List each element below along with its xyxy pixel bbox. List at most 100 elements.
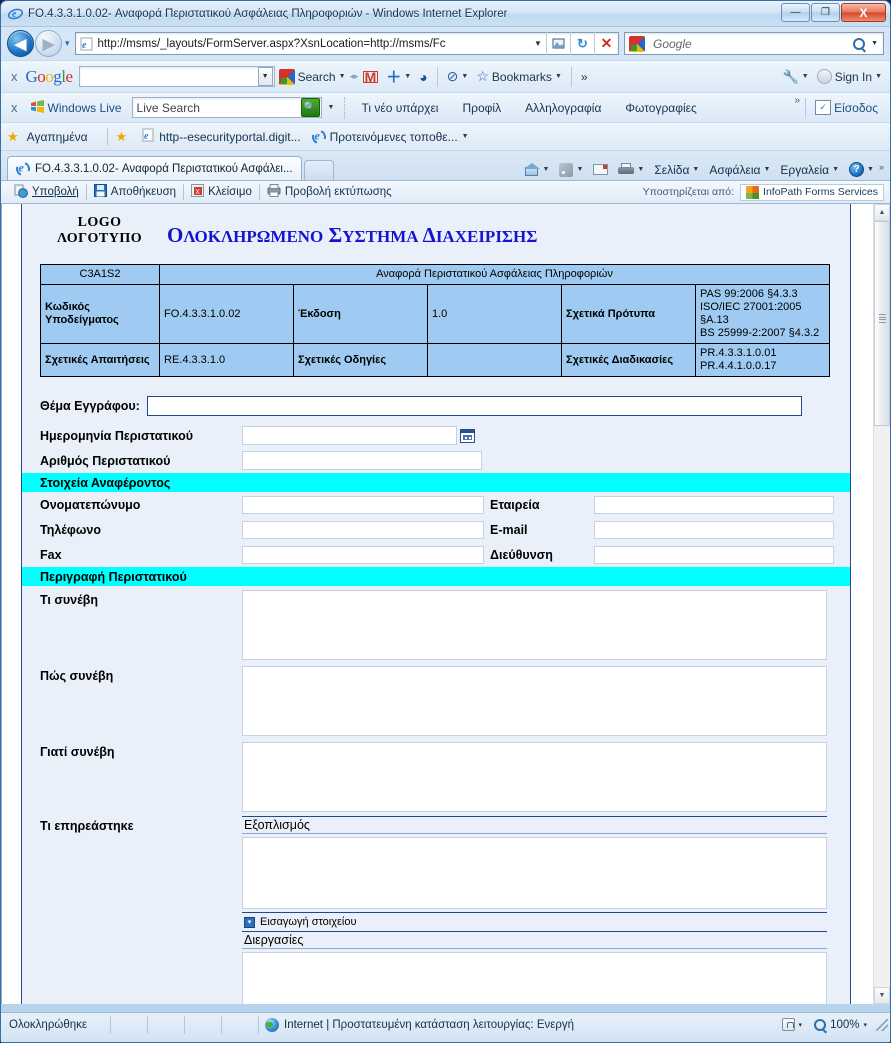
favorites-button[interactable]: ★ Αγαπημένα — [7, 129, 88, 145]
live-link-profile[interactable]: Προφίλ — [462, 101, 501, 115]
refresh-icon[interactable]: ↻ — [570, 32, 594, 55]
read-mail-button[interactable] — [588, 164, 613, 175]
chevron-down-icon[interactable]: ▼ — [692, 166, 699, 173]
title-part-1-big: Ο — [167, 223, 184, 247]
google-search-input[interactable]: ▼ — [78, 66, 275, 87]
maximize-button[interactable]: ❐ — [811, 3, 840, 22]
subject-input[interactable] — [146, 396, 802, 416]
address-input[interactable] — [594, 545, 834, 564]
search-box[interactable]: Google ▼ — [624, 32, 884, 55]
fax-input[interactable] — [242, 545, 484, 564]
scroll-down-arrow-icon[interactable]: ▼ — [874, 987, 890, 1004]
live-signin-button[interactable]: ✓ Είσοδος — [815, 100, 878, 115]
favorite-item-suggested-sites[interactable]: Προτεινόμενες τοποθε... ▼ — [309, 127, 469, 146]
window-resize-grip[interactable] — [876, 1018, 888, 1031]
zoom-control[interactable]: 100% ▾ — [808, 1016, 873, 1034]
help-menu[interactable]: ? ▼ — [844, 162, 879, 177]
search-input[interactable]: Google — [653, 37, 853, 51]
home-button[interactable]: ▼ — [520, 162, 555, 176]
print-preview-button[interactable]: Προβολή εκτύπωσης — [260, 184, 399, 200]
live-link-whats-new[interactable]: Τι νέο υπάρχει — [361, 101, 438, 115]
forward-button[interactable]: ▶ — [35, 30, 62, 57]
insert-item-button[interactable]: ▾ Εισαγωγή στοιχείου — [242, 913, 827, 931]
google-search-button[interactable]: Search ▼ — [278, 68, 346, 85]
chevron-down-icon[interactable]: ▼ — [867, 166, 874, 173]
tools-menu[interactable]: Εργαλεία ▼ — [775, 163, 844, 177]
email-input[interactable] — [594, 520, 834, 539]
incident-date-input[interactable] — [242, 426, 457, 445]
translate-button[interactable]: ◕ — [419, 69, 427, 85]
chevron-down-icon[interactable]: ▼ — [802, 73, 809, 80]
fullname-input[interactable] — [242, 495, 484, 514]
calendar-picker-icon[interactable] — [460, 428, 475, 443]
google-signin-button[interactable]: Sign In ▼ — [816, 69, 882, 84]
google-toolbar-settings-button[interactable]: 🔧 ▼ — [783, 69, 809, 85]
how-happened-textarea[interactable] — [242, 666, 827, 736]
favorites-add-button[interactable]: ★ — [116, 129, 132, 145]
live-toolbar-close-button[interactable]: x — [5, 100, 26, 115]
chevron-down-icon[interactable]: ▼ — [875, 73, 882, 80]
live-search-go-icon[interactable]: 🔍 — [300, 98, 320, 117]
windows-live-brand[interactable]: Windows Live — [30, 99, 122, 116]
search-go-icon[interactable] — [853, 37, 866, 50]
chevron-down-icon[interactable]: ▼ — [763, 166, 770, 173]
url-bar[interactable]: e http://msms/_layouts/FormServer.aspx?X… — [74, 32, 619, 55]
google-toolbar-close-button[interactable]: x — [5, 69, 26, 84]
live-search-input[interactable]: Live Search 🔍 — [131, 97, 322, 118]
minimize-button[interactable]: — — [781, 3, 810, 22]
what-happened-textarea[interactable] — [242, 590, 827, 660]
chevron-down-icon[interactable]: ▼ — [576, 166, 583, 173]
save-button[interactable]: Αποθήκευση — [87, 184, 183, 200]
incident-number-input[interactable] — [242, 451, 482, 470]
search-provider-caret-icon[interactable]: ▼ — [871, 40, 878, 47]
why-happened-textarea[interactable] — [242, 742, 827, 812]
chevron-down-icon[interactable]: ▼ — [555, 73, 562, 80]
bookmarks-button[interactable]: ☆ Bookmarks ▼ — [476, 68, 562, 85]
favorite-item-esecurityportal[interactable]: e http--esecurityportal.digit... — [142, 128, 301, 145]
compatibility-view-icon[interactable] — [546, 32, 570, 55]
affected-processes-textarea[interactable] — [242, 952, 827, 1004]
privacy-report-button[interactable]: ▾ — [776, 1016, 809, 1034]
company-input[interactable] — [594, 495, 834, 514]
scroll-up-arrow-icon[interactable]: ▲ — [874, 204, 890, 221]
recent-pages-dropdown[interactable]: ▾ — [65, 38, 70, 49]
chevron-down-icon[interactable]: ▼ — [461, 73, 468, 80]
chevron-down-icon[interactable]: ▼ — [543, 166, 550, 173]
live-toolbar-overflow-button[interactable]: » — [795, 93, 801, 106]
close-button[interactable]: X — [841, 3, 886, 22]
safety-menu[interactable]: Ασφάλεια ▼ — [704, 163, 775, 177]
submit-button[interactable]: Υποβολή — [7, 184, 86, 201]
chevron-down-icon[interactable]: ▼ — [832, 166, 839, 173]
url-dropdown-icon[interactable]: ▼ — [530, 39, 546, 48]
back-button[interactable]: ◀ — [7, 30, 34, 57]
chevron-down-icon[interactable]: ▼ — [404, 73, 411, 80]
security-zone[interactable]: Internet | Προστατευμένη κατάσταση λειτο… — [259, 1016, 580, 1034]
phone-input[interactable] — [242, 520, 484, 539]
toolbar-drag-handle[interactable]: ◂▸ — [350, 71, 359, 82]
popup-blocker-button[interactable]: ⊘ ▼ — [447, 68, 469, 85]
chevron-down-icon[interactable]: ▼ — [339, 73, 346, 80]
page-menu[interactable]: Σελίδα ▼ — [649, 163, 704, 177]
table-row: Κωδικός Υποδείγματος FO.4.3.3.1.0.02 Έκδ… — [40, 284, 830, 344]
live-link-photos[interactable]: Φωτογραφίες — [625, 101, 696, 115]
command-bar-overflow-button[interactable]: » — [879, 162, 884, 172]
gmail-button[interactable]: M — [362, 70, 379, 84]
tab-active[interactable]: FO.4.3.3.1.0.02- Αναφορά Περιστατικού Ασ… — [7, 156, 302, 180]
chevron-down-icon[interactable]: ▼ — [637, 166, 644, 173]
live-link-mail[interactable]: Αλληλογραφία — [525, 101, 601, 115]
share-button[interactable]: ＋ ▼ — [386, 66, 411, 87]
feeds-button[interactable]: ▼ — [554, 162, 588, 177]
live-search-dropdown-icon[interactable]: ▼ — [328, 104, 335, 111]
chevron-down-icon[interactable]: ▾ — [799, 1021, 803, 1029]
print-button[interactable]: ▼ — [613, 163, 649, 176]
stop-icon[interactable]: ✕ — [594, 32, 618, 55]
affected-equipment-textarea[interactable] — [242, 837, 827, 909]
close-form-button[interactable]: X Κλείσιμο — [184, 184, 259, 200]
new-tab-button[interactable] — [303, 160, 334, 180]
scrollbar-thumb[interactable] — [874, 221, 890, 426]
chevron-down-icon[interactable]: ▼ — [462, 133, 469, 140]
page-vertical-scrollbar[interactable]: ▲ ▼ — [873, 204, 890, 1004]
google-search-history-icon[interactable]: ▼ — [257, 67, 273, 86]
google-toolbar-overflow-button[interactable]: » — [581, 70, 588, 84]
chevron-down-icon[interactable]: ▾ — [863, 1021, 867, 1029]
